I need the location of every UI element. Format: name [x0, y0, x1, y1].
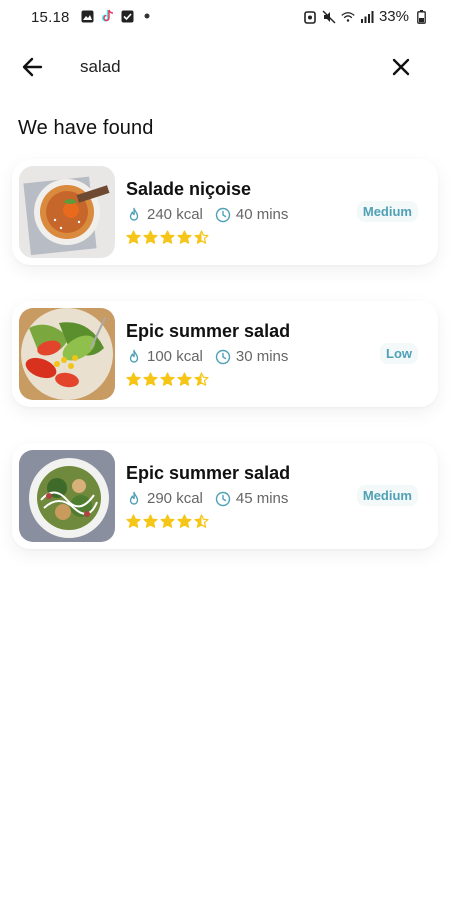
- data-saver-icon: [303, 10, 317, 24]
- clock-icon: [215, 349, 231, 364]
- clear-search-button[interactable]: [388, 54, 414, 80]
- status-left-icons: [80, 9, 154, 23]
- recipe-thumbnail: [19, 308, 115, 400]
- flame-icon: [129, 349, 139, 363]
- back-button[interactable]: [20, 54, 46, 80]
- star-rating: [126, 514, 209, 529]
- star-rating: [126, 230, 209, 245]
- recipe-card[interactable]: Epic summer salad 290 kcal 45 mins Mediu…: [12, 443, 438, 549]
- signal-icon: [360, 10, 374, 24]
- star-half-icon: [194, 372, 209, 386]
- arrow-left-icon: [22, 57, 43, 77]
- star-full-icon: [177, 230, 192, 244]
- search-bar: [0, 44, 450, 90]
- check-box-icon: [120, 9, 134, 23]
- clock-icon: [215, 207, 231, 222]
- star-full-icon: [160, 514, 175, 528]
- flame-icon: [129, 491, 139, 505]
- tiktok-icon: [100, 9, 114, 23]
- star-full-icon: [126, 514, 141, 528]
- star-full-icon: [126, 372, 141, 386]
- wifi-icon: [341, 10, 355, 24]
- star-full-icon: [143, 230, 158, 244]
- recipe-calories: 240 kcal: [147, 206, 203, 223]
- star-full-icon: [126, 230, 141, 244]
- recipe-card[interactable]: Salade niçoise 240 kcal 40 mins Medium: [12, 159, 438, 265]
- results-heading: We have found: [18, 117, 154, 139]
- recipe-meta: 290 kcal 45 mins: [126, 490, 288, 507]
- clock-icon: [215, 491, 231, 506]
- recipe-duration: 40 mins: [235, 206, 289, 223]
- close-icon: [392, 58, 410, 76]
- flame-icon: [129, 207, 139, 221]
- recipe-title: Epic summer salad: [126, 321, 291, 341]
- dot-icon: [140, 9, 154, 23]
- mute-icon: [322, 10, 336, 24]
- status-time: 15.18: [31, 9, 70, 26]
- difficulty-badge: Medium: [356, 201, 418, 222]
- recipe-title: Salade niçoise: [126, 179, 252, 199]
- recipe-thumbnail: [19, 450, 115, 542]
- star-full-icon: [177, 372, 192, 386]
- star-full-icon: [160, 372, 175, 386]
- star-half-icon: [194, 230, 209, 244]
- recipe-title: Epic summer salad: [126, 463, 291, 483]
- star-full-icon: [160, 230, 175, 244]
- star-full-icon: [143, 372, 158, 386]
- difficulty-badge: Medium: [356, 485, 418, 506]
- recipe-calories: 100 kcal: [147, 348, 203, 365]
- star-rating: [126, 372, 209, 387]
- star-full-icon: [143, 514, 158, 528]
- star-full-icon: [177, 514, 192, 528]
- status-right-icons: 33%: [303, 8, 428, 25]
- battery-percent: 33%: [378, 8, 409, 25]
- difficulty-badge: Low: [380, 343, 418, 364]
- recipe-duration: 45 mins: [235, 490, 289, 507]
- star-half-icon: [194, 514, 209, 528]
- recipe-calories: 290 kcal: [147, 490, 203, 507]
- recipe-meta: 100 kcal 30 mins: [126, 348, 288, 365]
- recipe-duration: 30 mins: [235, 348, 289, 365]
- recipe-meta: 240 kcal 40 mins: [126, 206, 288, 223]
- image-icon: [80, 9, 94, 23]
- battery-icon: [414, 9, 428, 24]
- recipe-thumbnail: [19, 166, 115, 258]
- status-bar: 15.18 33%: [0, 0, 450, 34]
- recipe-card[interactable]: Epic summer salad 100 kcal 30 mins Low: [12, 301, 438, 407]
- search-input[interactable]: [80, 54, 370, 80]
